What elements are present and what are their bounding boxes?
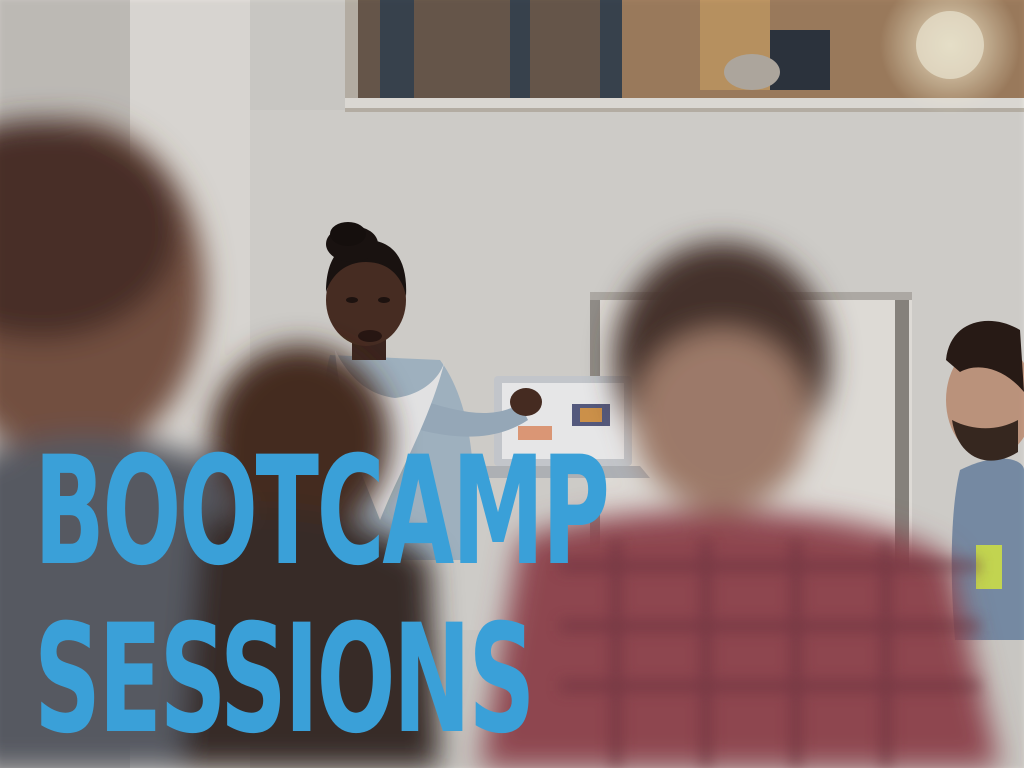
slide: BOOTCAMP SESSIONS <box>0 0 1024 768</box>
slide-title-line-1: BOOTCAMP <box>34 425 610 599</box>
slide-title-line-2: SESSIONS <box>34 593 535 767</box>
slide-title: BOOTCAMP SESSIONS <box>34 425 610 767</box>
